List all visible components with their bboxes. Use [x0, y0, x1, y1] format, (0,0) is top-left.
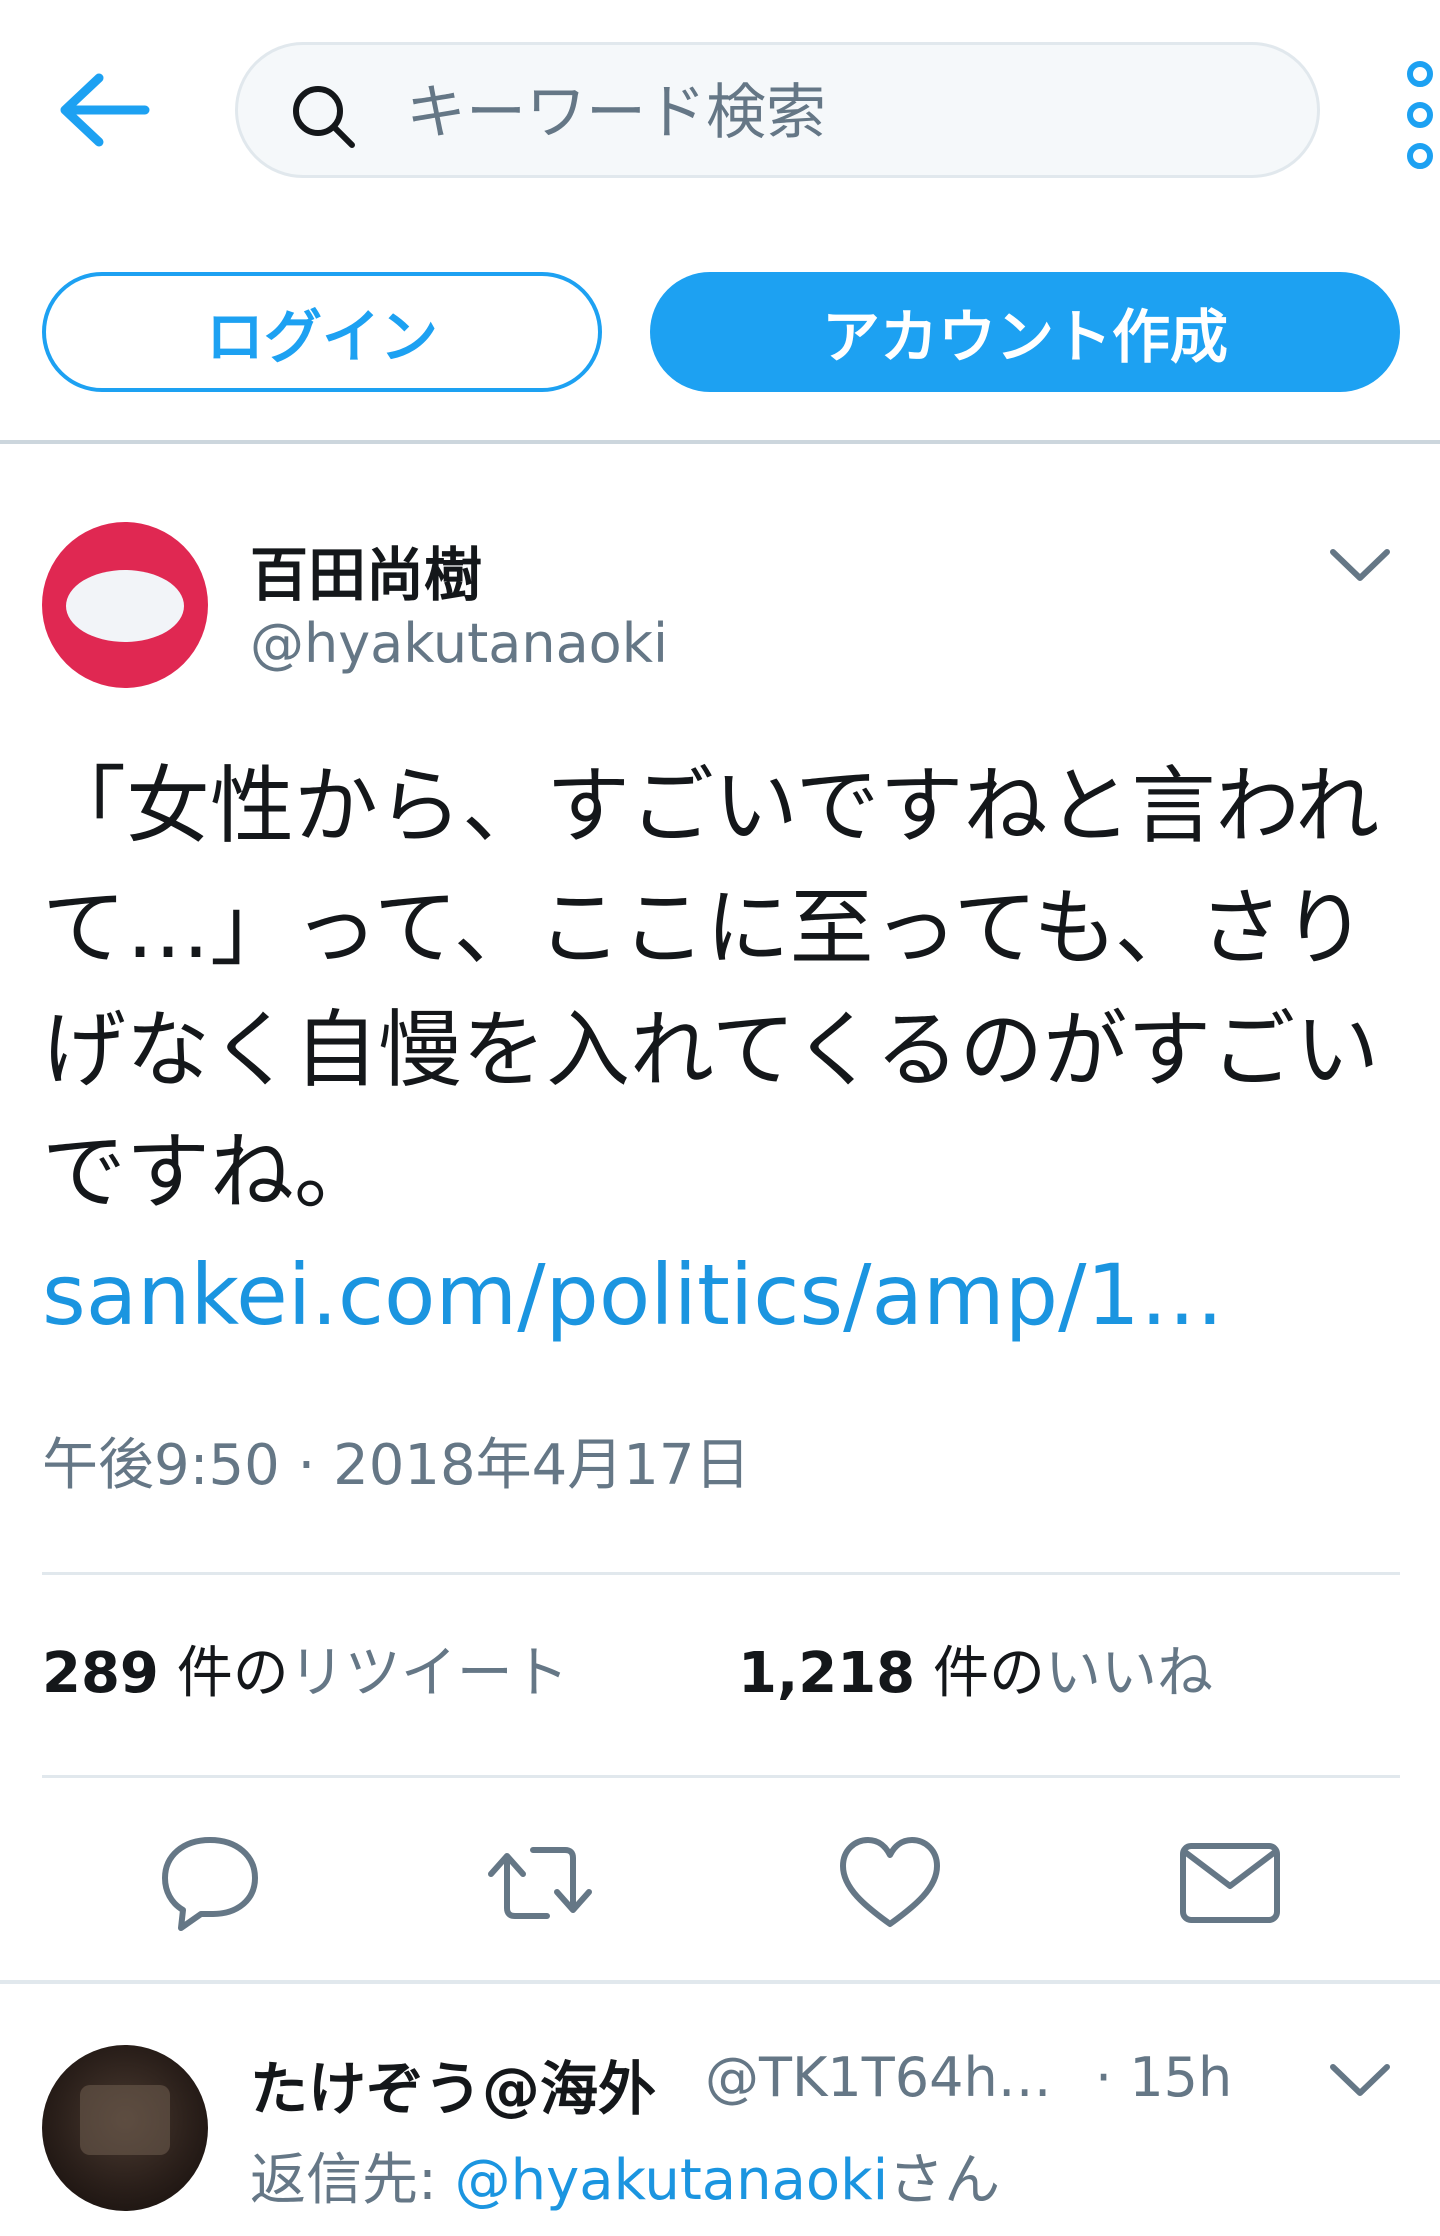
tweet-link[interactable]: sankei.com/politics/amp/1…: [42, 1245, 1224, 1345]
like-count[interactable]: 1,218 件のいいね: [738, 1628, 1213, 1709]
reply-to-mention[interactable]: @hyakutanaoki: [455, 2148, 888, 2213]
like-count-unit: 件の: [932, 1641, 1045, 1706]
reply-display-name[interactable]: たけぞう@海外: [250, 2042, 656, 2126]
tweet-timestamp[interactable]: 午後9:50 · 2018年4月17日: [42, 1420, 751, 1501]
stats-divider-bottom: [42, 1775, 1400, 1778]
avatar[interactable]: [42, 522, 208, 688]
search-icon: [293, 86, 355, 148]
reply-divider: [0, 1980, 1440, 1984]
retweet-count[interactable]: 289 件のリツイート: [42, 1628, 569, 1709]
reply-to-line: 返信先: @hyakutanaokiさん: [250, 2135, 1000, 2216]
chevron-down-icon[interactable]: [1325, 540, 1395, 590]
like-count-label: いいね: [1044, 1641, 1213, 1706]
display-name[interactable]: 百田尚樹: [250, 528, 482, 612]
reply-avatar-mark: [80, 2085, 170, 2155]
reply-to-prefix: 返信先:: [250, 2148, 455, 2213]
like-count-number: 1,218: [738, 1641, 916, 1706]
avatar-mark: [66, 570, 184, 642]
login-button[interactable]: ログイン: [42, 272, 602, 392]
vertical-dots-icon[interactable]: [1400, 60, 1440, 170]
stats-divider-top: [42, 1572, 1400, 1575]
reply-to-suffix: さん: [888, 2148, 1001, 2213]
retweet-count-unit: 件の: [176, 1641, 289, 1706]
reply-avatar[interactable]: [42, 2045, 208, 2211]
reply-icon[interactable]: [155, 1828, 265, 1938]
like-icon[interactable]: [835, 1828, 945, 1938]
search-input[interactable]: [406, 75, 1266, 151]
back-arrow-icon[interactable]: [55, 70, 155, 150]
signup-button[interactable]: アカウント作成: [650, 272, 1400, 392]
retweet-count-number: 289: [42, 1641, 159, 1706]
username[interactable]: @hyakutanaoki: [250, 612, 668, 675]
reply-handle[interactable]: @TK1T64h…: [705, 2046, 1052, 2109]
chevron-down-icon[interactable]: [1325, 2055, 1395, 2105]
reply-time[interactable]: · 15h: [1095, 2046, 1232, 2109]
retweet-icon[interactable]: [485, 1828, 595, 1938]
tweet-text: 「女性から、すごいですねと言われて…」って、ここに至っても、さりげなく自慢を入れ…: [42, 757, 1380, 1221]
search-bar[interactable]: [235, 42, 1320, 178]
retweet-count-label: リツイート: [288, 1641, 569, 1706]
message-icon[interactable]: [1175, 1828, 1285, 1938]
header-divider: [0, 440, 1440, 444]
